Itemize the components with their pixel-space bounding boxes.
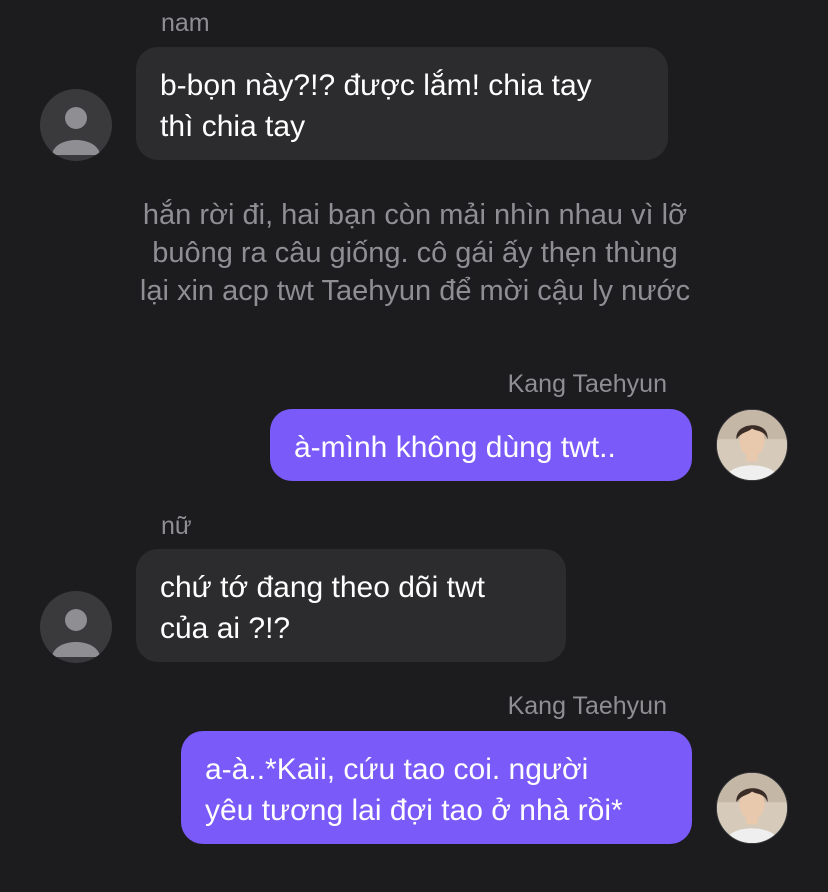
sender-name: nam: [161, 9, 210, 37]
message-line: a-à..*Kaii, cứu tao coi. người: [205, 753, 589, 786]
profile-photo-avatar[interactable]: [716, 772, 788, 844]
message-bubble[interactable]: a-à..*Kaii, cứu tao coi. người yêu tương…: [181, 731, 692, 844]
message-line: yêu tương lai đợi tao ở nhà rồi*: [205, 794, 623, 827]
message-line: chứ tớ đang theo dõi twt: [160, 571, 485, 604]
sender-name: Kang Taehyun: [507, 692, 667, 720]
message-bubble[interactable]: b-bọn này?!? được lắm! chia tay thì chia…: [136, 47, 668, 160]
narration-line: lại xin acp twt Taehyun để mời cậu ly nư…: [139, 275, 691, 307]
sender-name: Kang Taehyun: [507, 370, 667, 398]
narration-line: hắn rời đi, hai bạn còn mải nhìn nhau vì…: [142, 199, 688, 231]
message-line: thì chia tay: [160, 110, 306, 143]
default-avatar-icon[interactable]: [40, 89, 112, 161]
sender-name: nữ: [161, 512, 192, 540]
message-line: à-mình không dùng twt..: [294, 431, 616, 464]
message-bubble[interactable]: à-mình không dùng twt..: [270, 409, 692, 481]
narration-text: hắn rời đi, hai bạn còn mải nhìn nhau vì…: [60, 196, 770, 310]
message-line: của ai ?!?: [160, 612, 291, 645]
narration-line: buông ra câu giống. cô gái ấy thẹn thùng: [152, 237, 678, 269]
message-bubble[interactable]: chứ tớ đang theo dõi twt của ai ?!?: [136, 549, 566, 662]
profile-photo-avatar[interactable]: [716, 409, 788, 481]
default-avatar-icon[interactable]: [40, 591, 112, 663]
message-line: b-bọn này?!? được lắm! chia tay: [160, 69, 592, 102]
